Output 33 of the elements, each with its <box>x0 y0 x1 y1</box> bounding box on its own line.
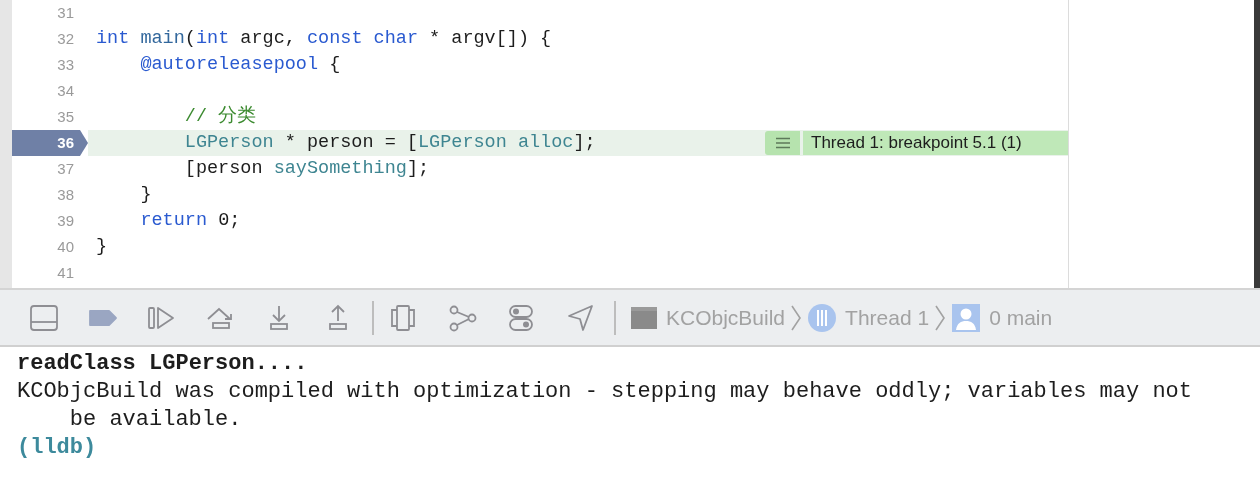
line-number: 39 <box>56 211 75 231</box>
line-number: 33 <box>56 55 75 75</box>
person-icon <box>951 302 982 333</box>
chevron-icon <box>791 303 802 332</box>
code-line: [person saySomething]; <box>183 157 430 182</box>
code-line: LGPerson * person = [LGPerson alloc]; <box>183 131 596 156</box>
line-number: 38 <box>56 185 75 205</box>
console-output: KCObjcBuild was compiled with optimization - stepping may behave oddly; variables may not be available. <box>17 378 1193 434</box>
code-line: } <box>139 183 152 208</box>
code-line: } <box>96 235 108 260</box>
breadcrumb-item[interactable]: KCObjcBuild <box>666 301 786 334</box>
breadcrumb-item[interactable]: 0 main <box>989 301 1053 334</box>
code-line: @autoreleasepool { <box>139 53 341 78</box>
app-icon <box>630 304 658 331</box>
breadcrumb-item[interactable]: Thread 1 <box>845 301 930 334</box>
breakpoint-annotation: Thread 1: breakpoint 5.1 (1) <box>803 131 1068 155</box>
console-prompt: (lldb) <box>17 434 98 462</box>
code-line: // 分类 <box>183 104 257 130</box>
line-number: 34 <box>56 81 75 101</box>
line-number: 35 <box>56 107 75 127</box>
menu-icon[interactable] <box>774 137 791 149</box>
line-number: 31 <box>56 3 75 23</box>
code-line: int main(int argc, const char * argv[]) { <box>96 27 552 52</box>
console-output: readClass LGPerson.... <box>17 350 309 378</box>
line-number: 36 <box>12 130 88 156</box>
console-toggle-button[interactable] <box>28 302 60 333</box>
chevron-icon <box>935 303 946 332</box>
line-number: 41 <box>56 263 75 283</box>
thread-icon <box>807 302 838 333</box>
line-number: 40 <box>56 237 75 257</box>
code-line: return 0; <box>139 209 241 234</box>
line-number: 37 <box>56 159 75 179</box>
line-number: 32 <box>56 29 75 49</box>
